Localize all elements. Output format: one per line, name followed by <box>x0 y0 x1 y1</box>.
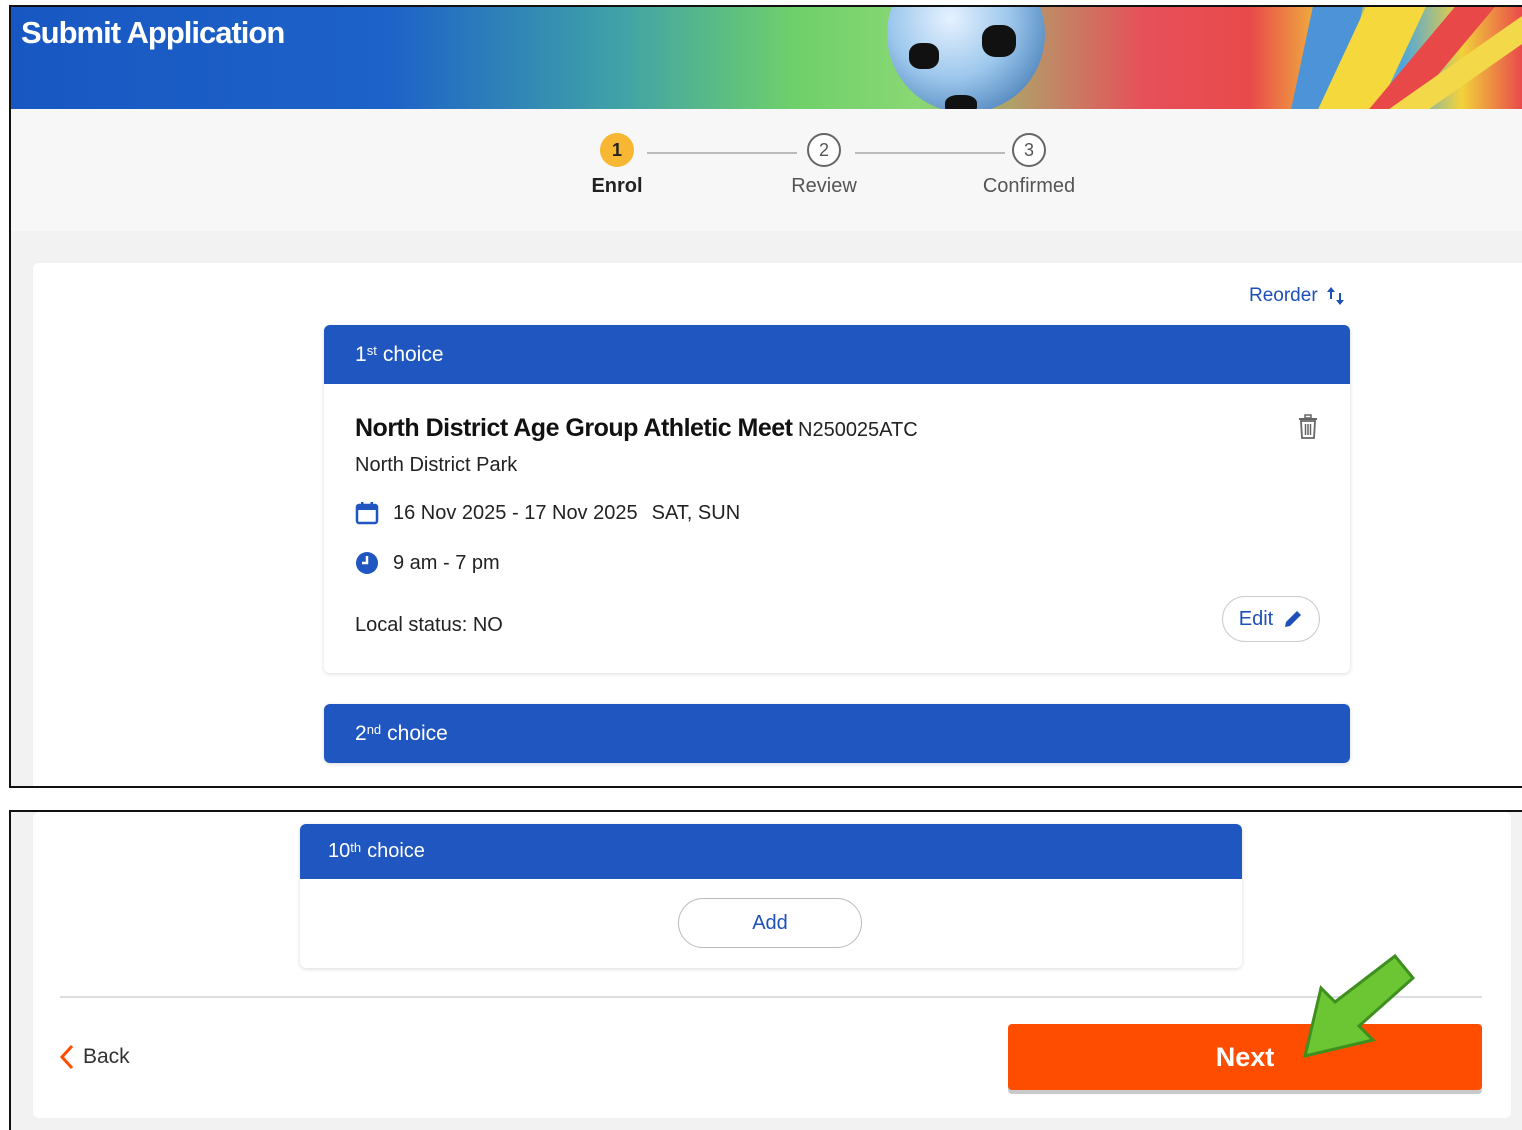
choice-header: 10th choice <box>300 824 1242 879</box>
ball-patch <box>909 43 939 69</box>
step-review: 2 Review <box>754 133 894 198</box>
choice-ordinal-number: 2 <box>355 721 367 745</box>
clock-icon <box>356 552 378 574</box>
choice-card-1: 1st choice North District Age Group Athle… <box>324 325 1350 673</box>
step-number: 3 <box>1012 133 1046 167</box>
edit-button[interactable]: Edit <box>1222 596 1320 642</box>
step-enrol: 1 Enrol <box>547 133 687 198</box>
reorder-button[interactable]: Reorder <box>1249 285 1346 307</box>
top-screenshot-panel: Submit Application 1 Enrol 2 Review 3 Co… <box>9 5 1522 788</box>
choice-ordinal-number: 10 <box>328 840 351 862</box>
edit-label: Edit <box>1238 607 1274 630</box>
choice-label: choice <box>367 840 425 862</box>
back-label: Back <box>83 1045 130 1068</box>
reorder-label: Reorder <box>1249 285 1318 306</box>
local-status: Local status: NO <box>355 614 503 636</box>
bottom-screenshot-panel: 10th choice Add Back Next <box>9 810 1522 1130</box>
trash-icon[interactable] <box>1296 414 1320 440</box>
choice-card-2: 2nd choice <box>324 704 1350 763</box>
pencil-icon <box>1285 611 1302 627</box>
step-label: Confirmed <box>982 175 1076 197</box>
step-number: 1 <box>600 133 634 167</box>
reorder-arrows-icon <box>1326 287 1344 305</box>
choice-header: 2nd choice <box>324 704 1350 763</box>
event-date-row: 16 Nov 2025 - 17 Nov 2025 SAT, SUN <box>355 501 740 525</box>
soccer-ball-image <box>887 7 1045 115</box>
choice-ordinal-number: 1 <box>355 342 367 366</box>
event-date-range: 16 Nov 2025 - 17 Nov 2025 <box>393 501 638 524</box>
choice-header: 1st choice <box>324 325 1350 384</box>
add-choice-button[interactable]: Add <box>678 898 862 948</box>
header-banner: Submit Application <box>11 7 1522 115</box>
event-time: 9 am - 7 pm <box>393 551 500 574</box>
choice-ordinal-suffix: th <box>350 840 362 855</box>
event-code: N250025ATC <box>798 419 918 441</box>
event-days: SAT, SUN <box>651 501 741 524</box>
chevron-left-icon <box>59 1044 74 1070</box>
calendar-icon <box>355 502 379 525</box>
choice-ordinal-suffix: st <box>366 343 377 358</box>
step-confirmed: 3 Confirmed <box>959 133 1099 198</box>
back-button[interactable]: Back <box>59 1044 130 1070</box>
choice-ordinal-suffix: nd <box>366 722 382 737</box>
green-pointer-arrow-icon <box>1302 953 1416 1058</box>
event-time-row: 9 am - 7 pm <box>355 551 500 575</box>
step-label: Review <box>791 175 857 197</box>
event-venue: North District Park <box>355 454 518 476</box>
footer-divider <box>60 996 1482 998</box>
step-number: 2 <box>807 133 841 167</box>
choice-label: choice <box>387 721 448 745</box>
ball-patch <box>982 25 1016 57</box>
step-label: Enrol <box>591 175 643 197</box>
choice-label: choice <box>382 342 444 366</box>
choice-card-10: 10th choice Add <box>300 824 1242 968</box>
choice-body: North District Age Group Athletic Meet N… <box>324 384 1350 673</box>
event-title: North District Age Group Athletic Meet <box>355 414 793 442</box>
page-title: Submit Application <box>21 15 285 50</box>
